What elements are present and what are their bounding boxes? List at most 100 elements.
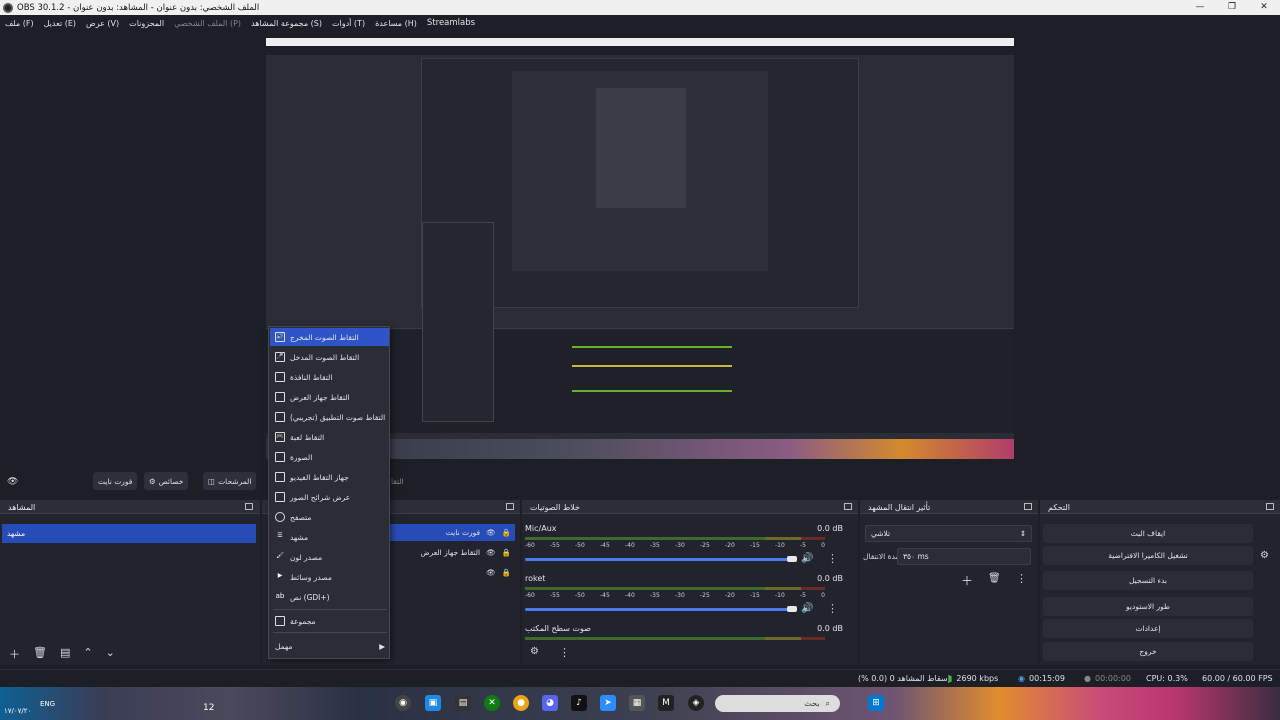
- start-recording-button[interactable]: بدء التسجيل: [1043, 571, 1253, 590]
- preview-nested-titlebar: [266, 38, 1014, 46]
- undock-icon[interactable]: [506, 503, 514, 510]
- menu-item-image-slideshow[interactable]: عرض شرائح الصور: [270, 488, 389, 506]
- obs-taskbar-icon[interactable]: ◉: [395, 695, 411, 711]
- menu-item-window-capture[interactable]: التقاط النافذة: [270, 368, 389, 386]
- scene-filters-icon[interactable]: ▤: [60, 646, 70, 662]
- undock-icon[interactable]: [1266, 503, 1274, 510]
- mixer-menu-icon[interactable]: ⋮: [559, 646, 570, 659]
- menu-profile[interactable]: الملف الشخصي (P): [174, 19, 241, 28]
- volume-slider-handle[interactable]: [787, 606, 797, 612]
- filter-icon: ◫: [208, 476, 216, 486]
- eye-icon[interactable]: 👁: [486, 528, 496, 537]
- source-name-label: فورت نايت: [93, 472, 138, 490]
- scene-item[interactable]: مشهد: [2, 524, 256, 543]
- menu-item-image[interactable]: الصورة: [270, 448, 389, 466]
- epic-games-icon[interactable]: M: [658, 695, 674, 711]
- undock-icon[interactable]: [245, 503, 253, 510]
- volume-slider[interactable]: [525, 558, 795, 561]
- menu-item-app-audio-capture[interactable]: التقاط صوت التطبيق (تجريبي): [270, 408, 389, 426]
- telegram-icon[interactable]: ➤: [600, 695, 616, 711]
- virtual-camera-settings-icon[interactable]: ⚙: [1260, 550, 1269, 561]
- menu-scene-collection[interactable]: مجموعة المشاهد (S): [251, 19, 322, 28]
- terminal-icon[interactable]: ▤: [455, 695, 471, 711]
- speaker-icon[interactable]: 🔊: [801, 553, 813, 564]
- list-icon: ☰: [277, 532, 283, 539]
- discord-icon[interactable]: ◕: [542, 695, 558, 711]
- channel-db: 0.0 dB: [817, 624, 843, 633]
- studio-mode-button[interactable]: طور الاستوديو: [1043, 597, 1253, 616]
- menu-item-game-capture[interactable]: 🎮 التقاط لعبة: [270, 428, 389, 446]
- menu-help[interactable]: مساعدة (H): [375, 19, 417, 28]
- menu-separator: [273, 632, 387, 633]
- source-item[interactable]: 👁 🔒: [390, 564, 515, 581]
- eye-toggle-icon[interactable]: 👁: [7, 477, 18, 487]
- move-up-icon[interactable]: ⌃: [83, 646, 92, 662]
- volume-slider-handle[interactable]: [787, 556, 797, 562]
- remove-transition-icon[interactable]: 🗑: [988, 573, 1001, 584]
- menu-docks[interactable]: المحزونات: [129, 19, 164, 28]
- menu-item-media-source[interactable]: ▶ مصدر وسائط: [270, 568, 389, 586]
- more-options-icon[interactable]: ⋮: [827, 602, 838, 615]
- menu-item-display-capture[interactable]: التقاط جهاز العرض: [270, 388, 389, 406]
- menu-item-audio-input-capture[interactable]: 🎤 التقاط الصوت المدخل: [270, 348, 389, 366]
- stop-stream-button[interactable]: ايقاف البث: [1043, 524, 1253, 543]
- close-button[interactable]: ✕: [1248, 0, 1280, 15]
- virtual-camera-button[interactable]: تشغيل الكاميرا الافتراضية: [1043, 546, 1253, 565]
- menu-item-color-source[interactable]: 🖌 مصدر لون: [270, 548, 389, 566]
- eye-icon[interactable]: 👁: [486, 548, 496, 557]
- menu-streamlabs[interactable]: Streamlabs: [427, 18, 475, 28]
- fps-status: 60.00 / 60.00 FPS: [1202, 674, 1273, 683]
- settings-button[interactable]: إعدادات: [1043, 619, 1253, 638]
- menu-file[interactable]: ملف (F): [5, 19, 34, 28]
- exit-button[interactable]: خروج: [1043, 642, 1253, 661]
- tiktok-icon[interactable]: ♪: [571, 695, 587, 711]
- menu-item-group[interactable]: مجموعة: [270, 612, 389, 630]
- undock-icon[interactable]: [1024, 503, 1032, 510]
- mixer-settings-icon[interactable]: ⚙: [530, 646, 539, 657]
- lock-icon[interactable]: 🔒: [502, 528, 511, 537]
- app-icon[interactable]: ◈: [688, 695, 704, 711]
- properties-button[interactable]: ⚙ خصائص: [144, 472, 189, 490]
- menu-item-audio-output-capture[interactable]: 🔊 التقاط الصوت المخرج: [270, 328, 389, 346]
- lock-icon[interactable]: 🔒: [502, 568, 511, 577]
- mixer-dock-title: خلاط الصوتيات: [530, 503, 580, 512]
- remove-scene-icon[interactable]: 🗑: [33, 646, 47, 662]
- mixer-channel: roket 0.0 dB -60 -55 -50 -45 -40 -35 -30 -25 -20…: [522, 574, 846, 622]
- minimize-button[interactable]: —: [1184, 0, 1216, 15]
- taskbar-lang: ENG: [40, 700, 56, 708]
- speaker-icon[interactable]: 🔊: [801, 603, 813, 614]
- menu-item-text-gdi[interactable]: ab نص (GDI+): [270, 588, 389, 606]
- transition-duration-input[interactable]: ٣٥٠ ms: [897, 548, 1031, 565]
- record-icon: ●: [1084, 674, 1091, 683]
- xbox-icon[interactable]: ✕: [484, 695, 500, 711]
- windows-start-icon[interactable]: ⊞: [868, 695, 884, 711]
- maximize-button[interactable]: ❐: [1216, 0, 1248, 15]
- menu-tools[interactable]: أدوات (T): [332, 19, 365, 28]
- menu-item-video-capture-device[interactable]: جهاز التقاط الفيديو: [270, 468, 389, 486]
- filters-button[interactable]: ◫ المرشحات: [203, 472, 257, 490]
- menu-view[interactable]: عرض (V): [86, 19, 119, 28]
- menu-item-scene[interactable]: ☰ مشهد: [270, 528, 389, 546]
- taskbar-search[interactable]: بحث ⌕: [715, 695, 840, 712]
- move-down-icon[interactable]: ⌄: [106, 646, 115, 662]
- undock-icon[interactable]: [844, 503, 852, 510]
- app-icon[interactable]: ▦: [629, 695, 645, 711]
- transitions-dock-title: تأثير انتقال المشهد: [868, 503, 931, 512]
- transition-menu-icon[interactable]: ⋮: [1016, 572, 1027, 585]
- menu-item-browser[interactable]: متصفح: [270, 508, 389, 526]
- rec-timer: ● 00:00:00: [1084, 674, 1131, 683]
- lock-icon[interactable]: 🔒: [502, 548, 511, 557]
- chrome-icon[interactable]: ●: [513, 695, 529, 711]
- source-item[interactable]: فورت نايت 👁 🔒: [390, 524, 515, 541]
- more-options-icon[interactable]: ⋮: [827, 552, 838, 565]
- gamepad-icon: 🎮: [275, 432, 285, 442]
- transition-type-select[interactable]: تلاشي ⇕: [865, 525, 1032, 542]
- add-scene-icon[interactable]: ＋: [9, 646, 20, 662]
- file-explorer-icon[interactable]: ▣: [425, 695, 441, 711]
- menu-item-deprecated[interactable]: مهمل ▶: [270, 637, 389, 655]
- eye-icon[interactable]: 👁: [486, 568, 496, 577]
- add-transition-icon[interactable]: ＋: [961, 572, 973, 589]
- menu-edit[interactable]: تعديل (E): [44, 19, 76, 28]
- source-item[interactable]: التقاط جهاز العرض 👁 🔒: [390, 544, 515, 561]
- volume-slider[interactable]: [525, 608, 795, 611]
